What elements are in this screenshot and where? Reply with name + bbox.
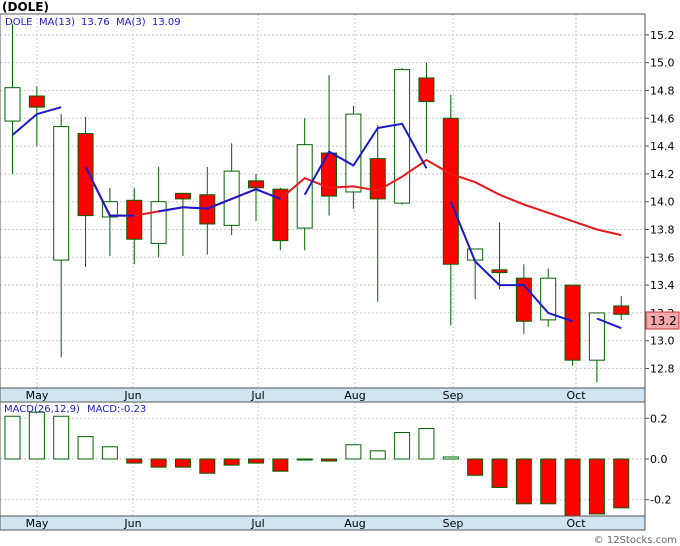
price-y-tick-label: 14.0 <box>650 196 675 209</box>
month-label: Aug <box>344 389 365 402</box>
macd-bar <box>491 458 508 488</box>
macd-bar <box>53 415 70 460</box>
price-plot-area <box>0 14 645 388</box>
macd-bar <box>394 432 411 460</box>
month-label: May <box>26 389 49 402</box>
macd-bar <box>101 446 118 460</box>
macd-bar <box>345 444 362 460</box>
macd-bar <box>248 458 264 464</box>
month-label: Sep <box>443 517 464 530</box>
macd-y-tick-label: 0.2 <box>650 412 668 425</box>
month-label: Jul <box>250 517 264 530</box>
price-y-tick-label: 15.0 <box>650 57 675 70</box>
month-label: Jun <box>123 389 141 402</box>
month-label: Jun <box>123 517 141 530</box>
legend-ma13-value: 13.76 <box>81 17 110 28</box>
macd-y-tick-label: 0.0 <box>650 453 668 466</box>
macd-value: MACD:-0.23 <box>87 404 146 415</box>
macd-bar <box>150 458 167 468</box>
candle-body <box>248 180 264 189</box>
macd-bar <box>613 458 630 509</box>
price-y-tick-label: 12.8 <box>650 363 675 376</box>
macd-bar <box>296 458 313 461</box>
candle-body <box>4 87 21 122</box>
macd-bar <box>442 456 459 460</box>
macd-bar <box>77 436 94 460</box>
watermark: © 12Stocks.com <box>594 535 677 546</box>
month-strip-top <box>0 387 646 403</box>
candle-body <box>126 199 143 240</box>
macd-bar <box>418 427 435 460</box>
macd-y-tick-label: -0.2 <box>650 494 671 507</box>
candle-body <box>564 284 581 361</box>
candle-body <box>442 117 459 265</box>
candle-body <box>418 77 435 103</box>
candle-body <box>345 113 362 193</box>
month-label: Oct <box>566 389 586 402</box>
stock-chart: 15.2 15.0 14.8 14.6 14.4 14.2 14.0 13.8 13.6 13.4… <box>0 0 680 546</box>
macd-bar <box>540 458 557 505</box>
macd-bar <box>174 458 191 468</box>
month-label: Jul <box>250 389 264 402</box>
price-y-tick-label: 14.6 <box>650 112 675 125</box>
legend-ma3-label: MA(3) <box>116 17 146 28</box>
month-label: May <box>26 517 49 530</box>
macd-bar <box>369 450 386 460</box>
price-y-tick-label: 13.8 <box>650 224 675 237</box>
macd-bar <box>223 458 240 466</box>
month-strip-bottom <box>0 515 646 531</box>
legend-symbol: DOLE <box>5 17 32 28</box>
candle-body <box>77 133 94 217</box>
price-legend: DOLE MA(13) 13.76 MA(3) 13.09 <box>5 17 181 28</box>
macd-bar <box>564 458 581 517</box>
price-y-tick-label: 13.6 <box>650 251 675 264</box>
candle-body <box>491 269 508 274</box>
macd-bar <box>199 458 216 474</box>
month-label: Sep <box>443 389 464 402</box>
price-y-tick-label: 14.8 <box>650 84 675 97</box>
price-y-tick-label: 13.0 <box>650 335 675 348</box>
macd-bar <box>272 458 289 472</box>
macd-bar <box>126 458 143 464</box>
macd-bar <box>28 411 45 460</box>
chart-title: (DOLE) <box>2 0 49 14</box>
macd-bar <box>321 458 338 462</box>
month-label: Oct <box>566 517 586 530</box>
macd-bar <box>515 458 532 505</box>
macd-bar <box>467 458 484 476</box>
macd-bar <box>4 415 21 460</box>
price-y-tick-label: 14.2 <box>650 168 675 181</box>
candle-body <box>53 126 70 261</box>
last-price-label: 13.2 <box>650 314 677 328</box>
price-panel: 15.2 15.0 14.8 14.6 14.4 14.2 14.0 13.8 13.6 13.4… <box>0 13 680 389</box>
candle-body <box>174 192 191 200</box>
candle-body <box>613 305 630 315</box>
price-y-tick-label: 13.4 <box>650 279 675 292</box>
candle-body <box>369 158 386 200</box>
price-y-tick-label: 14.4 <box>650 140 675 153</box>
candle-body <box>150 201 167 244</box>
legend-ma3-value: 13.09 <box>152 17 181 28</box>
candle-body <box>394 69 411 204</box>
price-y-tick-label: 15.2 <box>650 29 675 42</box>
macd-panel: 0.2 0.0 -0.2 MACD(26,12,9) MACD:-0.23 <box>0 401 671 517</box>
macd-title: MACD(26,12,9) <box>4 404 80 415</box>
candle-body <box>28 95 45 108</box>
month-label: Aug <box>344 517 365 530</box>
legend-ma13-label: MA(13) <box>39 17 75 28</box>
macd-bar <box>588 458 605 515</box>
